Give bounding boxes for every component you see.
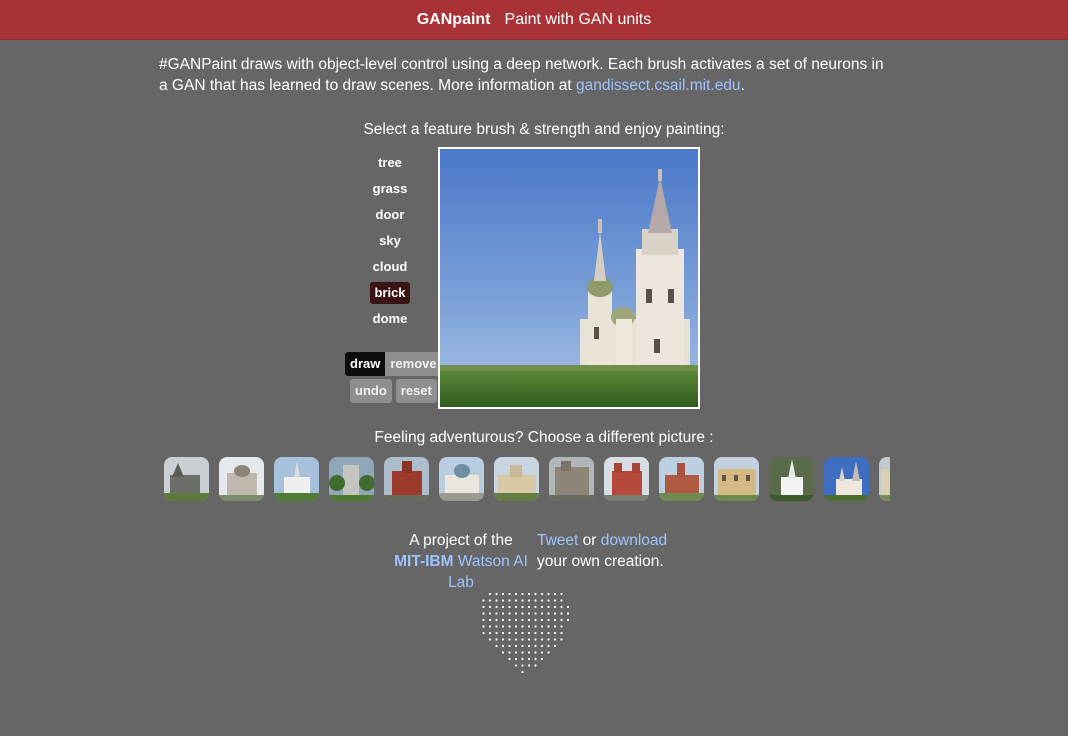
gallery-instructions: Feeling adventurous? Choose a different … bbox=[374, 429, 714, 446]
thumbnail-11[interactable] bbox=[714, 457, 759, 501]
thumbnail-4[interactable] bbox=[329, 457, 374, 501]
lab-name-bold: MIT-IBM bbox=[394, 553, 454, 570]
thumbnail-8[interactable] bbox=[549, 457, 594, 501]
intro-trailing: . bbox=[740, 77, 745, 94]
brush-dome[interactable]: dome bbox=[369, 306, 412, 332]
intro-paragraph: #GANPaint draws with object-level contro… bbox=[159, 54, 889, 96]
church-scene-image bbox=[440, 149, 698, 407]
lab-name-rest: Watson AI Lab bbox=[448, 553, 528, 591]
brush-grass[interactable]: grass bbox=[369, 176, 412, 202]
creation-text: your own creation. bbox=[537, 553, 664, 570]
brush-tree[interactable]: tree bbox=[374, 150, 406, 176]
remove-button[interactable]: remove bbox=[385, 352, 442, 376]
project-prefix: A project of the bbox=[409, 532, 513, 549]
top-bar: GANpaint Paint with GAN units bbox=[0, 0, 1068, 40]
thumbnail-1[interactable] bbox=[164, 457, 209, 501]
thumbnail-9[interactable] bbox=[604, 457, 649, 501]
brush-brick[interactable]: brick bbox=[370, 282, 410, 304]
or-text: or bbox=[578, 532, 601, 549]
project-credit: A project of the MIT-IBM Watson AI Lab bbox=[386, 530, 536, 593]
thumbnail-2[interactable] bbox=[219, 457, 264, 501]
action-buttons: undo reset bbox=[350, 379, 437, 403]
thumbnail-7[interactable] bbox=[494, 457, 539, 501]
brand-title: GANpaint bbox=[416, 10, 491, 28]
thumbnail-5[interactable] bbox=[384, 457, 429, 501]
picture-gallery bbox=[164, 457, 890, 502]
thumbnail-13[interactable] bbox=[824, 457, 869, 501]
undo-button[interactable]: undo bbox=[350, 379, 392, 403]
brush-list: tree grass door sky cloud brick dome bbox=[360, 150, 420, 332]
share-links: Tweet or download your own creation. bbox=[537, 530, 677, 572]
brush-door[interactable]: door bbox=[372, 202, 409, 228]
thumbnail-3[interactable] bbox=[274, 457, 319, 501]
thumbnail-12[interactable] bbox=[769, 457, 814, 501]
tweet-link[interactable]: Tweet bbox=[537, 532, 578, 549]
draw-button[interactable]: draw bbox=[345, 352, 386, 376]
brand-tagline: Paint with GAN units bbox=[504, 10, 652, 28]
intro-text: #GANPaint draws with object-level contro… bbox=[159, 56, 884, 94]
brush-instructions: Select a feature brush & strength and en… bbox=[363, 121, 725, 138]
dotted-heart-icon bbox=[482, 592, 570, 674]
download-link[interactable]: download bbox=[601, 532, 667, 549]
thumbnail-14[interactable] bbox=[879, 457, 890, 501]
thumbnail-10[interactable] bbox=[659, 457, 704, 501]
mode-toggle: draw remove bbox=[345, 352, 442, 376]
paint-canvas[interactable] bbox=[438, 147, 700, 409]
brush-cloud[interactable]: cloud bbox=[369, 254, 412, 280]
gandissect-link[interactable]: gandissect.csail.mit.edu bbox=[576, 77, 741, 94]
brush-sky[interactable]: sky bbox=[375, 228, 405, 254]
lab-link[interactable]: MIT-IBM Watson AI Lab bbox=[386, 551, 536, 593]
thumbnail-6[interactable] bbox=[439, 457, 484, 501]
reset-button[interactable]: reset bbox=[395, 379, 437, 403]
